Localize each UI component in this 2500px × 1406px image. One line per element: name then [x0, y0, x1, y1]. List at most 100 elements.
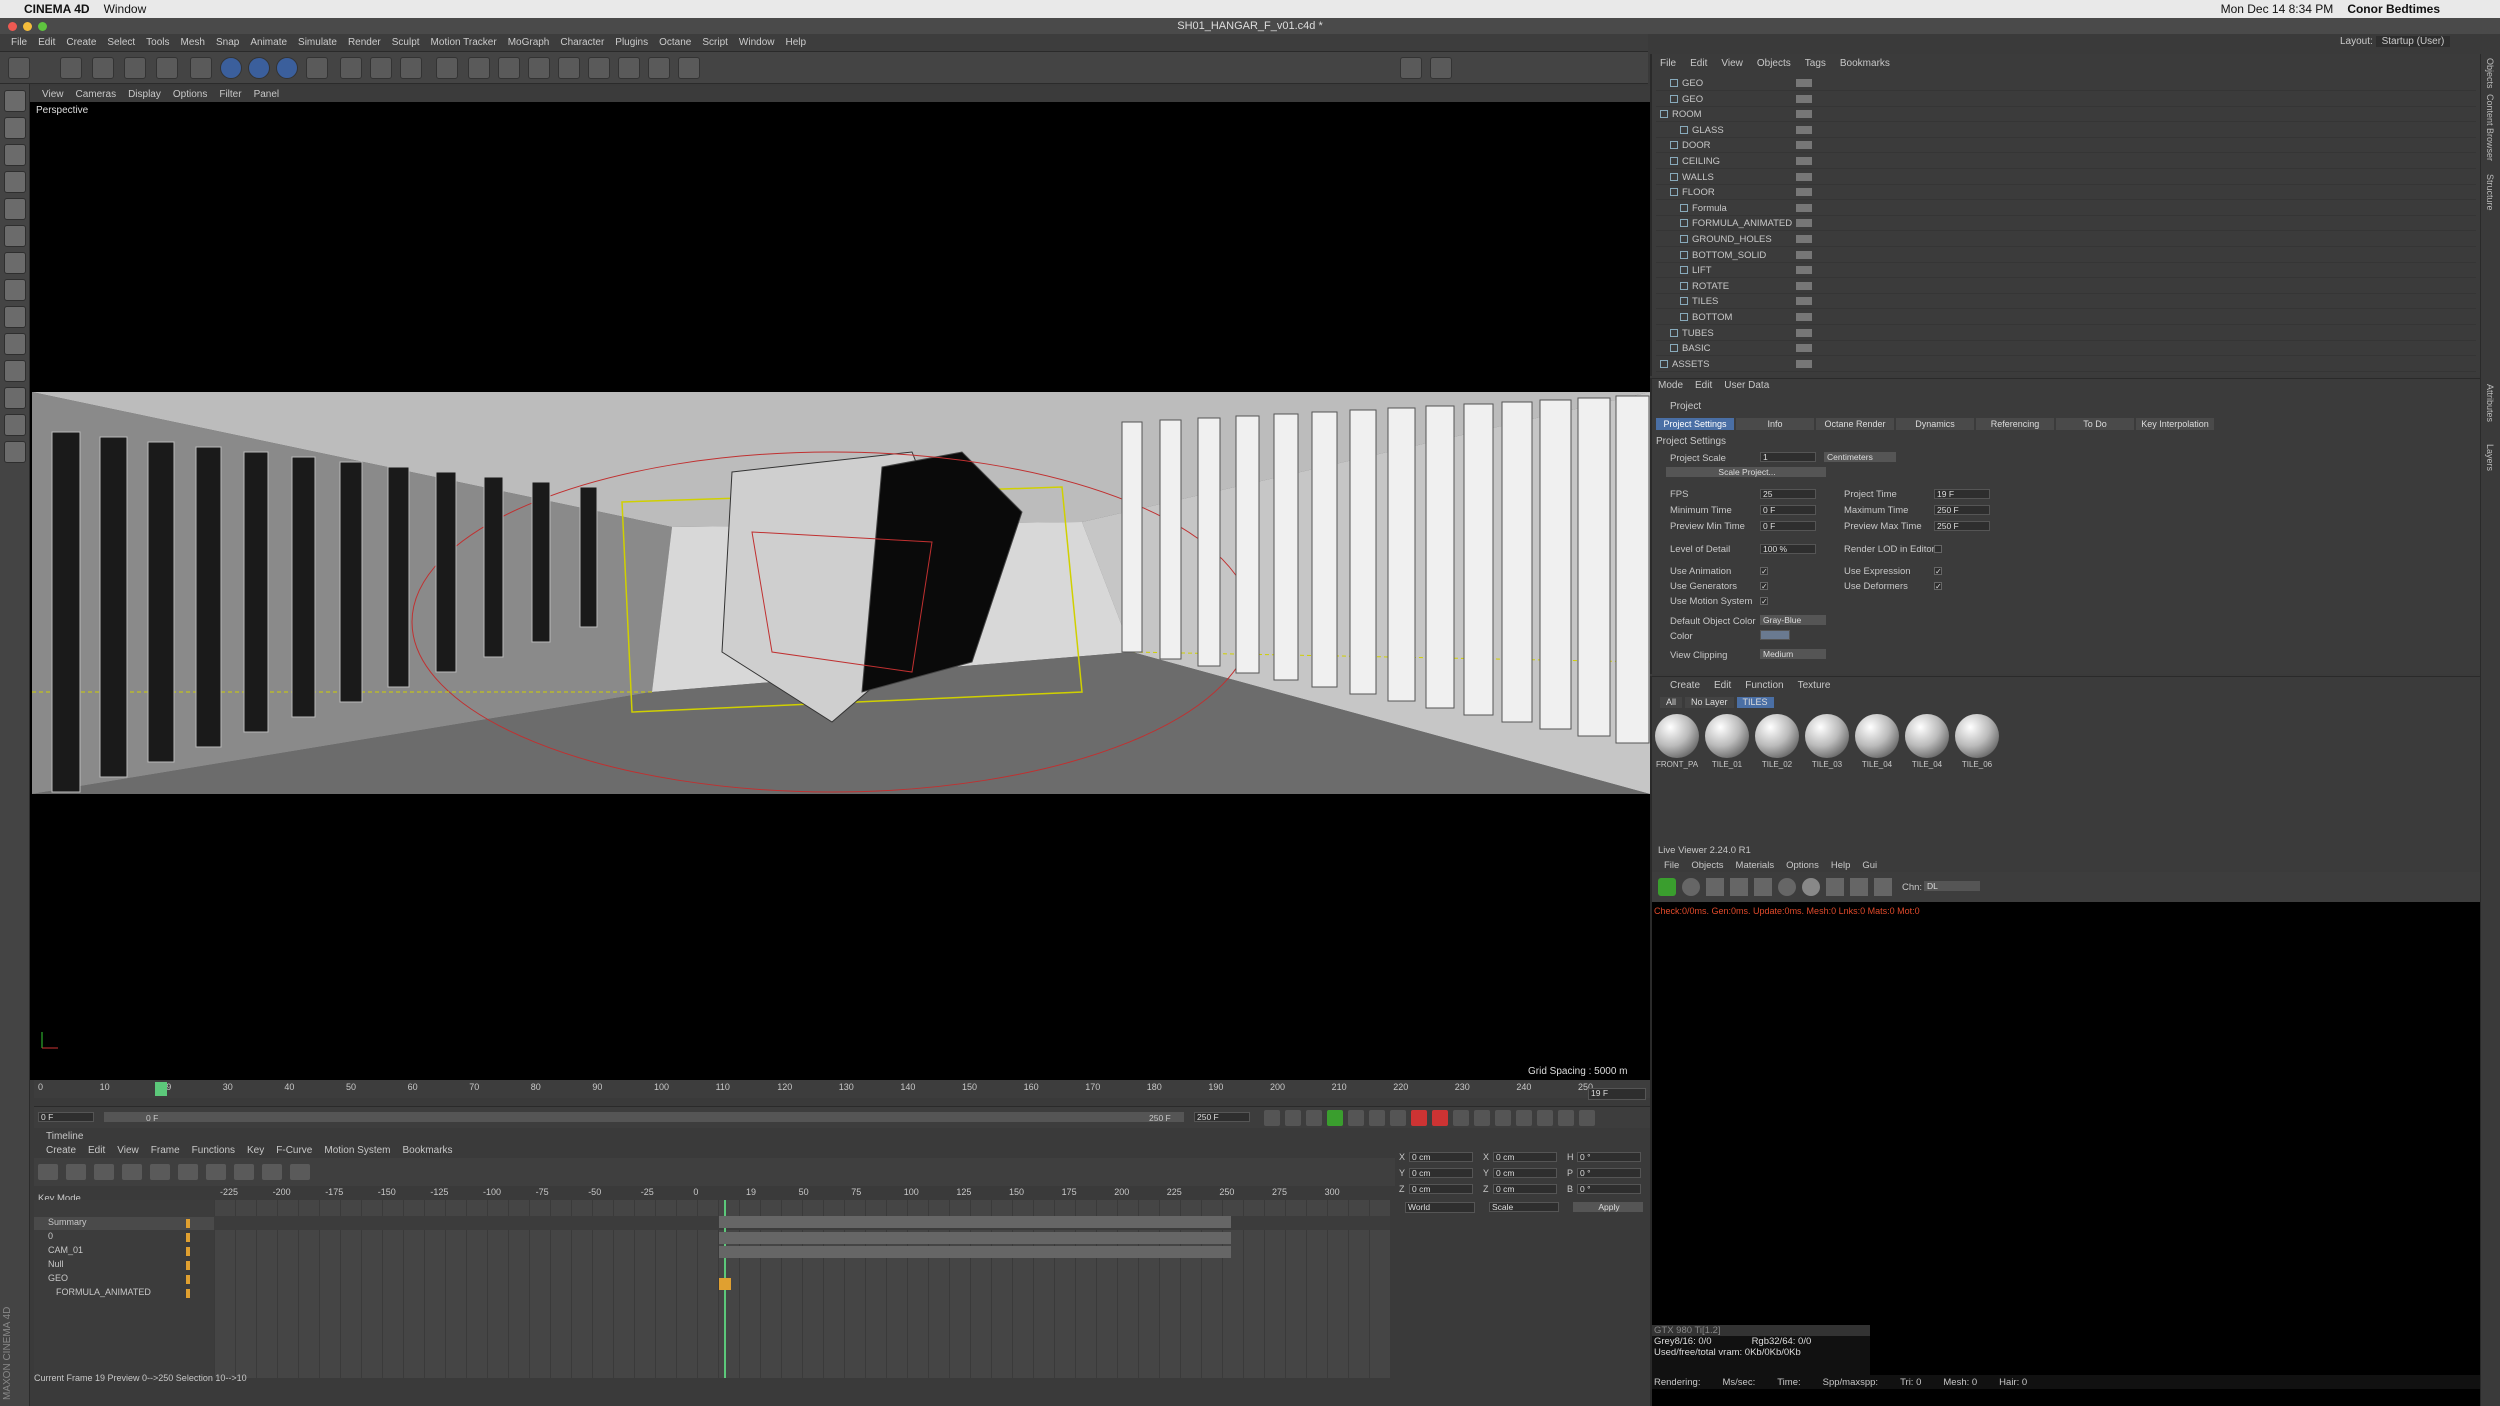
- timeline-menu-bookmarks[interactable]: Bookmarks: [403, 1145, 453, 1156]
- right-tab-objects[interactable]: Objects: [2485, 58, 2495, 89]
- play-icon[interactable]: [1327, 1110, 1343, 1126]
- objmgr-menu-objects[interactable]: Objects: [1757, 58, 1791, 69]
- project-time-field[interactable]: 19 F: [1934, 489, 1990, 499]
- objmgr-menu-tags[interactable]: Tags: [1805, 58, 1826, 69]
- minimize-window-button[interactable]: [23, 22, 32, 31]
- timeline-menu-view[interactable]: View: [117, 1145, 139, 1156]
- visibility-dots[interactable]: [1796, 328, 1812, 337]
- menu-plugins[interactable]: Plugins: [615, 37, 648, 48]
- render-start-icon[interactable]: [1658, 878, 1676, 896]
- visibility-dots[interactable]: [1796, 281, 1812, 290]
- material-ball-icon[interactable]: [1802, 878, 1820, 896]
- go-end-icon[interactable]: [1390, 1110, 1406, 1126]
- timeline-track[interactable]: CAM_01: [34, 1245, 214, 1258]
- cloner-icon[interactable]: [528, 57, 550, 79]
- clock[interactable]: Mon Dec 14 8:34 PM: [2221, 2, 2334, 16]
- object-row[interactable]: TILES: [1656, 294, 2476, 310]
- close-window-button[interactable]: [8, 22, 17, 31]
- camera-icon[interactable]: [618, 57, 640, 79]
- viewport-menu-view[interactable]: View: [42, 89, 64, 100]
- scale-project-button[interactable]: Scale Project...: [1666, 467, 1826, 477]
- start-frame-field[interactable]: 0 F: [38, 1112, 94, 1122]
- attr-tab-dynamics[interactable]: Dynamics: [1896, 418, 1974, 430]
- make-editable-icon[interactable]: [4, 90, 26, 112]
- preview-max-field[interactable]: 250 F: [1934, 521, 1990, 531]
- object-row[interactable]: FLOOR: [1656, 185, 2476, 201]
- timeline-ruler[interactable]: 0101930405060708090100110120130140150160…: [34, 1080, 1650, 1098]
- view-clipping-dropdown[interactable]: Medium: [1760, 649, 1826, 659]
- timeline-frame-scale[interactable]: -225 -200 -175 -150 -125 -100 -75 -50 -25 0 19 50 75…: [220, 1186, 1390, 1200]
- timeline-grid-icon[interactable]: [94, 1164, 114, 1180]
- layout-selector[interactable]: Layout: Startup (User): [2340, 36, 2451, 47]
- timeline-track[interactable]: 0: [34, 1231, 214, 1244]
- live-menu-file[interactable]: File: [1664, 860, 1679, 871]
- right-tab-content-browser[interactable]: Content Browser: [2485, 94, 2495, 161]
- material-swatch[interactable]: FRONT_PA: [1654, 714, 1700, 770]
- tweak-icon[interactable]: [4, 306, 26, 328]
- octane-icon[interactable]: [1400, 57, 1422, 79]
- channel-dropdown[interactable]: DL: [1924, 881, 1980, 891]
- refresh-icon[interactable]: [1682, 878, 1700, 896]
- pen-icon[interactable]: [468, 57, 490, 79]
- visibility-dots[interactable]: [1796, 250, 1812, 259]
- objmgr-menu-edit[interactable]: Edit: [1690, 58, 1707, 69]
- focus-picker-icon[interactable]: [1874, 878, 1892, 896]
- rotate-icon[interactable]: [156, 57, 178, 79]
- x-axis-icon[interactable]: [220, 57, 242, 79]
- live-menu-materials[interactable]: Materials: [1736, 860, 1775, 871]
- timeline-menu-frame[interactable]: Frame: [151, 1145, 180, 1156]
- scale-icon[interactable]: [124, 57, 146, 79]
- object-row[interactable]: TUBES: [1656, 326, 2476, 341]
- max-time-field[interactable]: 250 F: [1934, 505, 1990, 515]
- playhead[interactable]: [155, 1082, 167, 1096]
- end-frame-field[interactable]: 250 F: [1194, 1112, 1250, 1122]
- coordinate-system-icon[interactable]: [306, 57, 328, 79]
- app-name[interactable]: CINEMA 4D: [24, 2, 90, 16]
- keyframe[interactable]: [719, 1278, 731, 1290]
- right-tab-layers[interactable]: Layers: [2485, 444, 2495, 471]
- record-icon[interactable]: [1411, 1110, 1427, 1126]
- right-tab-attributes[interactable]: Attributes: [2485, 384, 2495, 422]
- object-row[interactable]: CEILING: [1656, 154, 2476, 169]
- object-row[interactable]: BOTTOM_SOLID: [1656, 248, 2476, 263]
- menu-motion-tracker[interactable]: Motion Tracker: [431, 37, 497, 48]
- tag-icon[interactable]: [678, 57, 700, 79]
- project-scale-field[interactable]: 1: [1760, 452, 1816, 462]
- timeline-menu-f-curve[interactable]: F-Curve: [276, 1145, 312, 1156]
- points-mode-icon[interactable]: [4, 198, 26, 220]
- render-lod-checkbox[interactable]: [1934, 545, 1942, 553]
- prev-frame-icon[interactable]: [1306, 1110, 1322, 1126]
- live-menu-gui[interactable]: Gui: [1862, 860, 1877, 871]
- cube-icon[interactable]: [436, 57, 458, 79]
- default-color-dropdown[interactable]: Gray-Blue: [1760, 615, 1826, 625]
- color-swatch[interactable]: [1760, 630, 1790, 640]
- y-axis-icon[interactable]: [248, 57, 270, 79]
- subdivision-icon[interactable]: [498, 57, 520, 79]
- visibility-dots[interactable]: [1796, 110, 1812, 119]
- timeline-menu-key[interactable]: Key: [247, 1145, 264, 1156]
- polygons-mode-icon[interactable]: [4, 252, 26, 274]
- visibility-dots[interactable]: [1796, 359, 1812, 368]
- floor-icon[interactable]: [588, 57, 610, 79]
- coord-scale-dropdown[interactable]: Scale: [1489, 1202, 1559, 1212]
- coord-field[interactable]: 0 cm: [1493, 1152, 1557, 1162]
- attr-menu-mode[interactable]: Mode: [1658, 380, 1683, 391]
- visibility-dots[interactable]: [1796, 313, 1812, 321]
- object-row[interactable]: LIFT: [1656, 263, 2476, 279]
- visibility-dots[interactable]: [1796, 235, 1812, 243]
- visibility-dots[interactable]: [1796, 157, 1812, 165]
- coord-field[interactable]: 0 °: [1577, 1168, 1641, 1178]
- mat-filter-no-layer[interactable]: No Layer: [1685, 697, 1734, 708]
- keyframe-selection-icon[interactable]: [1453, 1110, 1469, 1126]
- select-icon[interactable]: [60, 57, 82, 79]
- menu-help[interactable]: Help: [785, 37, 806, 48]
- mat-menu-texture[interactable]: Texture: [1798, 680, 1831, 691]
- use-generators-checkbox[interactable]: ✓: [1760, 582, 1768, 591]
- menu-mesh[interactable]: Mesh: [181, 37, 205, 48]
- next-key-icon[interactable]: [1369, 1110, 1385, 1126]
- next-frame-icon[interactable]: [1348, 1110, 1364, 1126]
- undo-icon[interactable]: [8, 57, 30, 79]
- enable-axis-icon[interactable]: [4, 279, 26, 301]
- object-row[interactable]: ROOM: [1656, 107, 2476, 123]
- object-row[interactable]: ASSETS: [1656, 357, 2476, 372]
